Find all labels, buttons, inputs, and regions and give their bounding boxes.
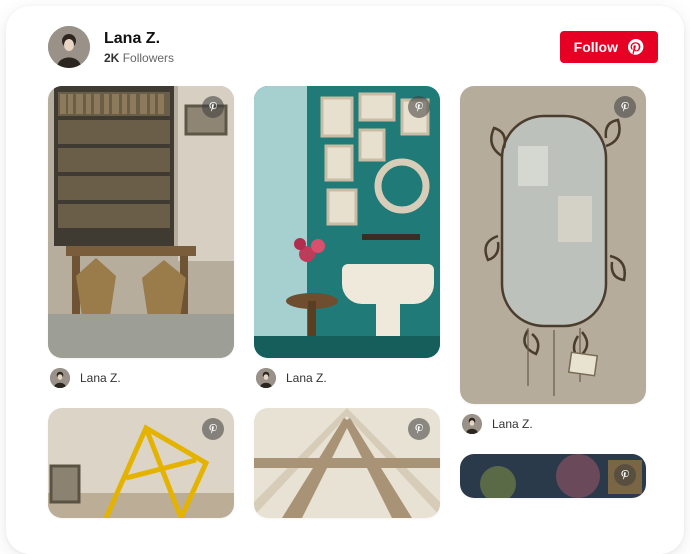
pin-image[interactable] — [460, 86, 646, 404]
pin[interactable]: Lana Z. — [48, 86, 234, 402]
pin-author-avatar — [50, 368, 70, 388]
pin-attribution[interactable]: Lana Z. — [48, 358, 234, 402]
pin[interactable] — [254, 408, 440, 518]
pin-image[interactable] — [48, 86, 234, 358]
followers-label: Followers — [123, 51, 174, 65]
pin-image[interactable] — [460, 454, 646, 498]
profile-text: Lana Z. 2K Followers — [104, 29, 560, 64]
pin-image[interactable] — [254, 86, 440, 358]
pin-author-avatar — [462, 414, 482, 434]
pinterest-badge-icon[interactable] — [614, 96, 636, 118]
pin-attribution[interactable]: Lana Z. — [460, 404, 646, 448]
profile-name[interactable]: Lana Z. — [104, 29, 560, 48]
follow-button[interactable]: Follow — [560, 31, 658, 63]
pin[interactable] — [48, 408, 234, 518]
pin-author-name: Lana Z. — [286, 371, 327, 385]
pinterest-badge-icon[interactable] — [202, 96, 224, 118]
avatar-image — [48, 26, 90, 68]
pinterest-badge-icon[interactable] — [408, 418, 430, 440]
pin-author-name: Lana Z. — [80, 371, 121, 385]
pinterest-badge-icon[interactable] — [408, 96, 430, 118]
followers-count: 2K — [104, 51, 119, 65]
pin-author-name: Lana Z. — [492, 417, 533, 431]
pins-grid: Lana Z. — [6, 86, 684, 518]
profile-card: Lana Z. 2K Followers Follow — [6, 6, 684, 554]
follow-label: Follow — [574, 39, 618, 55]
pin[interactable]: Lana Z. — [254, 86, 440, 402]
profile-avatar[interactable] — [48, 26, 90, 68]
pin-attribution[interactable]: Lana Z. — [254, 358, 440, 402]
pin[interactable]: Lana Z. — [460, 86, 646, 448]
profile-followers[interactable]: 2K Followers — [104, 51, 560, 65]
pin[interactable] — [460, 454, 646, 498]
pin-image[interactable] — [48, 408, 234, 518]
profile-header: Lana Z. 2K Followers Follow — [6, 6, 684, 86]
pin-author-avatar — [256, 368, 276, 388]
pin-image[interactable] — [254, 408, 440, 518]
pinterest-badge-icon[interactable] — [614, 464, 636, 486]
pinterest-icon — [628, 39, 644, 55]
pinterest-badge-icon[interactable] — [202, 418, 224, 440]
